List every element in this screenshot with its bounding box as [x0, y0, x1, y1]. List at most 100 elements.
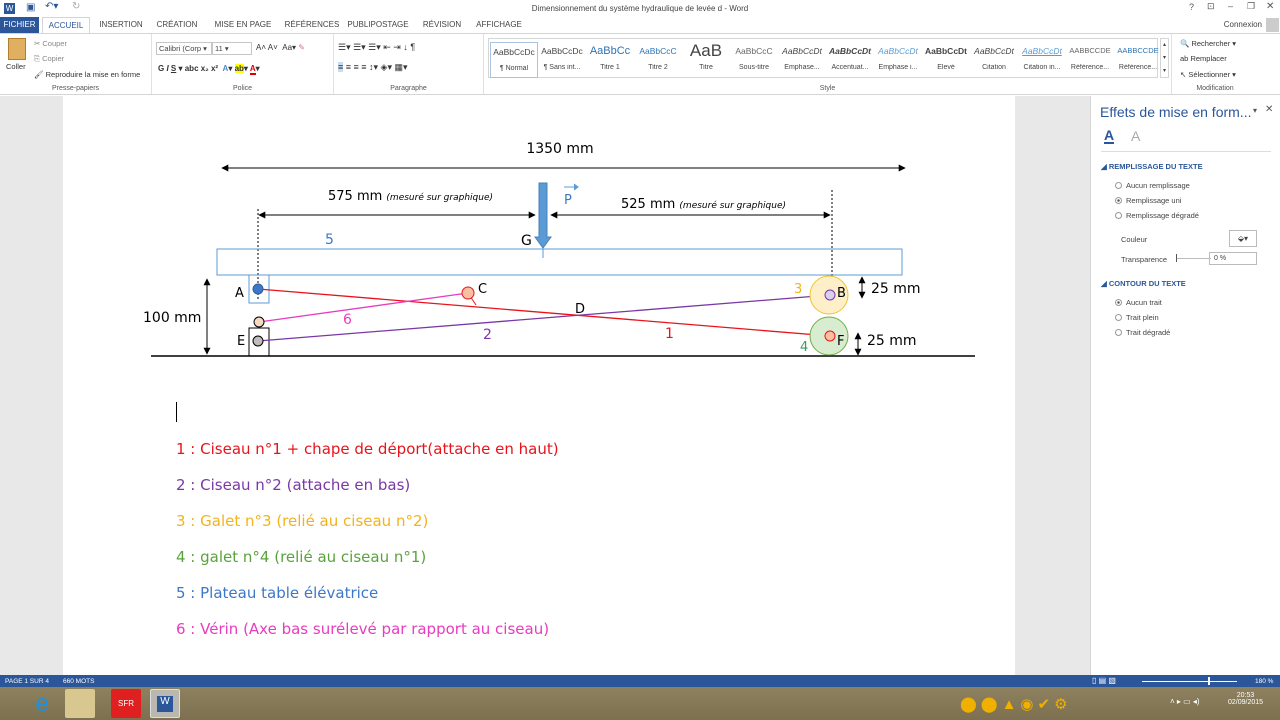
cut-button[interactable]: ✂ Couper	[34, 39, 67, 48]
color-label: Couleur	[1121, 235, 1148, 244]
point-d-label: D	[575, 302, 585, 317]
tab-revision[interactable]: RÉVISION	[418, 17, 466, 33]
paste-button[interactable]: Coller	[6, 62, 26, 71]
text-effects-tab-icon[interactable]: A	[1131, 128, 1140, 144]
paste-icon[interactable]	[8, 38, 26, 60]
tab-references[interactable]: RÉFÉRENCES	[282, 17, 342, 33]
color-picker-button[interactable]: ⬙▾	[1229, 230, 1257, 247]
fill-section-header[interactable]: ◢ REMPLISSAGE DU TEXTE	[1101, 162, 1203, 171]
label-3: 3	[794, 282, 802, 297]
pane-title: Effets de mise en form...	[1100, 104, 1252, 120]
transparency-slider-handle[interactable]	[1176, 254, 1177, 262]
list-buttons[interactable]: ☰▾ ☰▾ ☰▾ ⇤ ⇥ ↓ ¶	[338, 42, 415, 53]
style-emphase-intense[interactable]: AaBbCcDt Emphase i...	[874, 42, 922, 78]
style-emphase[interactable]: AaBbCcDt Emphase...	[778, 42, 826, 78]
style-titre-2[interactable]: AaBbCcC Titre 2	[634, 42, 682, 78]
text-cursor	[176, 402, 177, 422]
sfr-app-icon[interactable]: SFR	[111, 689, 141, 718]
style-sous-titre[interactable]: AaBbCcC Sous-titre	[730, 42, 778, 78]
transparency-input[interactable]: 0 %	[1209, 252, 1257, 265]
style-eleve[interactable]: AaBbCcDt Élevé	[922, 42, 970, 78]
font-name-select[interactable]: Calibri (Corp ▾	[156, 42, 212, 55]
tab-mise-en-page[interactable]: MISE EN PAGE	[210, 17, 276, 33]
word-taskbar-button[interactable]: W	[150, 689, 180, 718]
style-preview: AaBbCcC	[735, 46, 773, 56]
tab-fichier[interactable]: FICHIER	[0, 17, 39, 33]
tray-app-icons[interactable]: ⬤⬤▲◉✔⚙	[960, 695, 1072, 713]
style-preview: AaBbCcDc	[493, 47, 535, 57]
outline-section-label: CONTOUR DU TEXTE	[1108, 279, 1186, 288]
file-explorer-icon[interactable]	[65, 689, 95, 718]
zoom-level[interactable]: 180 %	[1255, 678, 1273, 685]
style-citation[interactable]: AaBbCcDt Citation	[970, 42, 1018, 78]
find-button[interactable]: 🔍 Rechercher ▾	[1180, 39, 1236, 48]
style-normal[interactable]: AaBbCcDc ¶ Normal	[490, 42, 538, 78]
radio-solid-fill[interactable]: Remplissage uni	[1115, 196, 1181, 205]
radio-gradient-line[interactable]: Trait dégradé	[1115, 328, 1170, 337]
radio-gradient-fill[interactable]: Remplissage dégradé	[1115, 211, 1199, 220]
help-button[interactable]: ?	[1189, 2, 1194, 12]
radio-solid-line[interactable]: Trait plein	[1115, 313, 1159, 322]
tab-creation[interactable]: CRÉATION	[152, 17, 202, 33]
text-fill-outline-tab-icon[interactable]: A	[1104, 128, 1115, 144]
force-p-label: P	[564, 193, 572, 208]
font-name-value: Calibri (Corp	[159, 44, 202, 53]
font-size-buttons[interactable]: A˄ A˅ Aa▾ ✎	[256, 43, 305, 52]
zoom-slider[interactable]	[1142, 681, 1237, 682]
word-count[interactable]: 660 MOTS	[63, 678, 94, 685]
ribbon: Coller ✂ Couper ⎘ Copier 🖌 Reproduire la…	[0, 33, 1280, 95]
minimize-icon[interactable]: –	[1228, 1, 1233, 11]
height-label: 100 mm	[143, 310, 201, 326]
tab-publipostage[interactable]: PUBLIPOSTAGE	[346, 17, 410, 33]
style-titre[interactable]: AaB Titre	[682, 42, 730, 78]
style-sans-interligne[interactable]: AaBbCcDc ¶ Sans int...	[538, 42, 586, 78]
internet-explorer-icon[interactable]: e	[27, 689, 57, 718]
restore-icon[interactable]: ❐	[1247, 1, 1255, 12]
format-effects-pane: Effets de mise en form... ▾ ✕ A A ◢ REMP…	[1090, 96, 1280, 675]
outline-section-header[interactable]: ◢ CONTOUR DU TEXTE	[1101, 279, 1186, 288]
page-count[interactable]: PAGE 1 SUR 4	[5, 678, 49, 685]
copy-button[interactable]: ⎘ Copier	[34, 54, 64, 64]
style-titre-1[interactable]: AaBbCc Titre 1	[586, 42, 634, 78]
style-citation-intense[interactable]: AaBbCcDt Citation in...	[1018, 42, 1066, 78]
font-format-buttons[interactable]: G I S ▾ abc x₂ x² A▾ ab▾ A▾	[158, 64, 260, 75]
legend-item-4: 4 : galet n°4 (relié au ciseau n°1)	[176, 548, 427, 566]
style-gallery-scroll[interactable]: ▴ ▾ ▾	[1160, 38, 1169, 78]
tab-accueil[interactable]: ACCUEIL	[42, 17, 90, 34]
radio-label: Trait plein	[1126, 313, 1159, 322]
view-buttons[interactable]: ▯ ▤ ▧	[1092, 676, 1116, 685]
group-label: Presse-papiers	[51, 85, 100, 92]
alignment-buttons[interactable]: ≡ ≡ ≡ ≡ ↕▾ ◈▾ ▦▾	[338, 62, 408, 73]
transparency-slider[interactable]	[1176, 258, 1211, 259]
style-preview: AaBbCcDc	[541, 46, 583, 56]
ribbon-display-icon[interactable]: ⊡	[1207, 1, 1215, 12]
style-accentuation[interactable]: AaBbCcDt Accentuat...	[826, 42, 874, 78]
avatar[interactable]	[1266, 18, 1279, 32]
pane-options-icon[interactable]: ▾	[1253, 106, 1257, 115]
font-size-select[interactable]: 11 ▾	[212, 42, 252, 55]
style-name: ¶ Sans int...	[543, 64, 581, 71]
format-painter-button[interactable]: 🖌 Reproduire la mise en forme	[34, 70, 140, 79]
pane-close-icon[interactable]: ✕	[1265, 104, 1273, 115]
zoom-slider-handle[interactable]	[1208, 677, 1210, 685]
style-preview: AaBbCcDt	[1022, 46, 1062, 56]
point-b-label: B	[837, 286, 846, 301]
select-button[interactable]: ↖ Sélectionner ▾	[1180, 70, 1236, 79]
radio-label: Trait dégradé	[1126, 328, 1171, 337]
radio-no-line[interactable]: Aucun trait	[1115, 298, 1162, 307]
clock[interactable]: 20:53 02/09/2015	[1228, 692, 1263, 706]
divider	[1101, 151, 1271, 152]
group-label: Paragraphe	[390, 85, 427, 92]
tab-insertion[interactable]: INSERTION	[96, 17, 146, 33]
close-icon[interactable]: ✕	[1266, 1, 1274, 12]
pivot-f	[824, 330, 836, 342]
legend-item-2: 2 : Ciseau n°2 (attache en bas)	[176, 476, 411, 494]
replace-button[interactable]: ab Remplacer	[1180, 54, 1227, 63]
style-reference-intense[interactable]: AABBCCDE Référence...	[1114, 42, 1162, 78]
tab-affichage[interactable]: AFFICHAGE	[472, 17, 526, 33]
style-reference-subtile[interactable]: AABBCCDE Référence...	[1066, 42, 1114, 78]
tray-system-icons[interactable]: ˄ ▸ ▭ ◂)	[1170, 697, 1200, 706]
sign-in-link[interactable]: Connexion	[1210, 17, 1262, 33]
radio-label: Aucun remplissage	[1126, 181, 1190, 190]
radio-no-fill[interactable]: Aucun remplissage	[1115, 181, 1190, 190]
